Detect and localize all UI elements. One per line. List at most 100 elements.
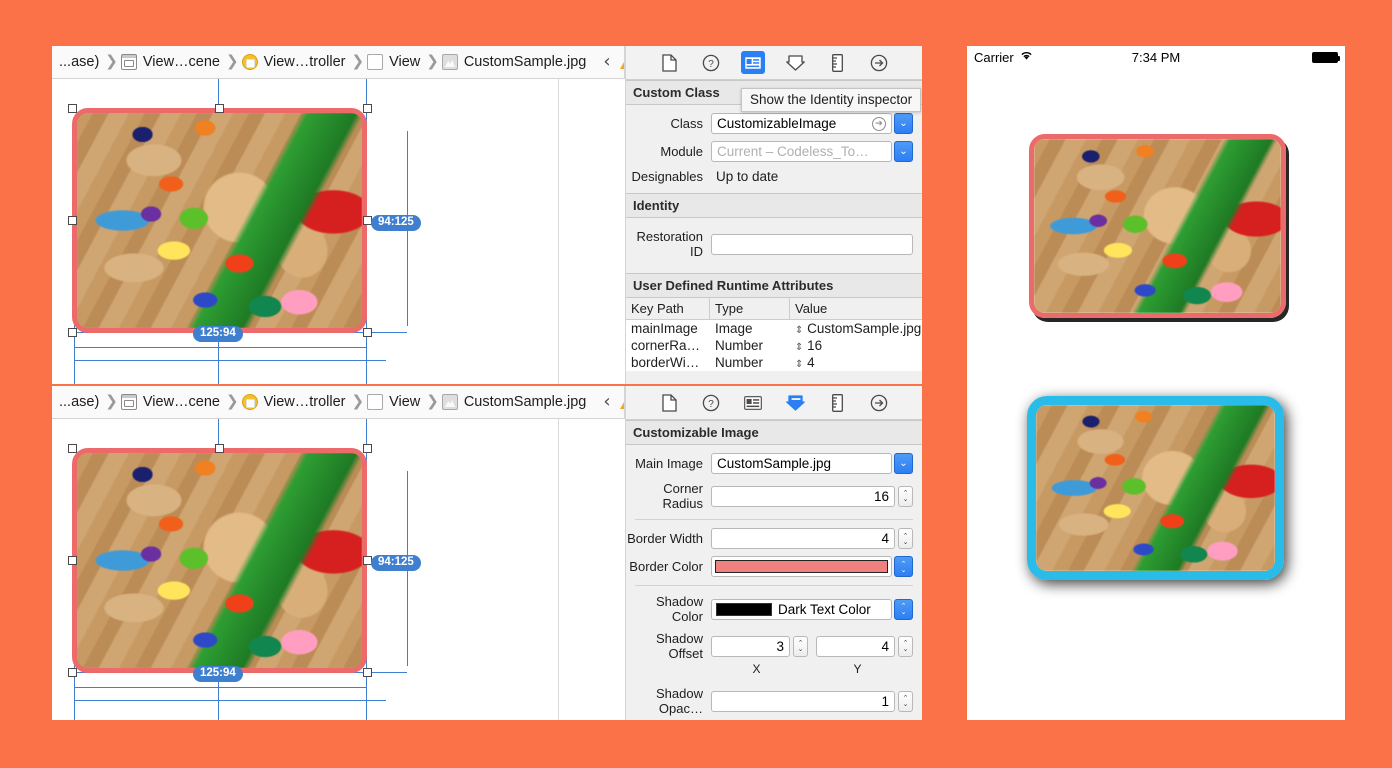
- file-inspector-icon[interactable]: [657, 391, 681, 414]
- selected-image-view[interactable]: [72, 448, 367, 673]
- border-color-swatch[interactable]: [715, 560, 888, 573]
- corner-radius-input[interactable]: 16: [711, 485, 895, 507]
- border-width-input[interactable]: 4: [711, 528, 895, 549]
- stepper-icon[interactable]: ⇕: [795, 325, 803, 336]
- pencils-photo: [77, 453, 362, 668]
- cell-type[interactable]: Image: [710, 320, 790, 337]
- column-header-value[interactable]: Value: [790, 298, 922, 319]
- storyboard-canvas-bottom[interactable]: 94:125 125:94: [52, 419, 624, 720]
- breadcrumb-view[interactable]: View: [367, 394, 423, 410]
- shadow-offset-x-stepper[interactable]: ⌃ ⌄: [793, 635, 808, 657]
- breadcrumb-image-view[interactable]: CustomSample.jpg: [441, 394, 590, 410]
- shadow-color-swatch[interactable]: [716, 602, 772, 616]
- attributes-inspector-icon[interactable]: [783, 391, 807, 414]
- resize-handle-top-center[interactable]: [215, 444, 224, 453]
- resize-handle-middle-left[interactable]: [68, 556, 77, 565]
- resize-handle-top-right[interactable]: [363, 104, 372, 113]
- breadcrumb-view-controller[interactable]: View…troller: [241, 394, 349, 410]
- jump-to-definition-icon[interactable]: ➔: [872, 116, 886, 131]
- breadcrumb-image-view[interactable]: CustomSample.jpg: [441, 54, 590, 70]
- file-inspector-icon[interactable]: [657, 51, 681, 74]
- size-badge-horizontal: 125:94: [193, 666, 243, 682]
- resize-handle-top-left[interactable]: [68, 444, 77, 453]
- border-color-stepper[interactable]: ⌃ ⌄: [894, 556, 913, 577]
- storyboard-canvas-top[interactable]: 94:125 125:94: [52, 79, 624, 384]
- size-inspector-icon[interactable]: [825, 51, 849, 74]
- connections-inspector-icon[interactable]: [867, 391, 891, 414]
- column-header-key-path[interactable]: Key Path: [626, 298, 710, 319]
- connections-inspector-icon[interactable]: [867, 51, 891, 74]
- cell-key-path[interactable]: mainImage: [626, 320, 710, 337]
- border-width-stepper[interactable]: ⌃ ⌄: [898, 528, 913, 549]
- cell-value-text: CustomSample.jpg: [807, 321, 922, 336]
- border-color-well[interactable]: [711, 556, 892, 577]
- resize-handle-middle-left[interactable]: [68, 216, 77, 225]
- shadow-offset-y-stepper[interactable]: ⌃ ⌄: [898, 635, 913, 657]
- resize-handle-top-center[interactable]: [215, 104, 224, 113]
- divider: [635, 519, 913, 520]
- inspector-toolbar-top[interactable]: ?: [626, 46, 922, 80]
- attributes-inspector-icon[interactable]: [783, 51, 807, 74]
- cell-value[interactable]: ⇕ 16: [790, 337, 922, 354]
- resize-handle-bottom-left[interactable]: [68, 328, 77, 337]
- jump-bar-top[interactable]: ...ase) ❯ View…cene ❯ View…troller ❯ Vie…: [52, 46, 652, 79]
- breadcrumb-scene[interactable]: View…cene: [120, 54, 223, 70]
- customizable-image-red-border[interactable]: [1029, 134, 1286, 318]
- resize-handle-top-left[interactable]: [68, 104, 77, 113]
- resize-handle-bottom-left[interactable]: [68, 668, 77, 677]
- shadow-offset-y-input[interactable]: 4: [816, 635, 895, 657]
- canvas-divider: [558, 79, 559, 384]
- breadcrumb-view-controller[interactable]: View…troller: [241, 54, 349, 70]
- inspector-toolbar-bottom[interactable]: ?: [626, 386, 922, 420]
- cell-type[interactable]: Number: [710, 337, 790, 354]
- module-dropdown-button[interactable]: ⌄: [894, 141, 913, 162]
- shadow-opacity-stepper[interactable]: ⌃ ⌄: [898, 690, 913, 712]
- breadcrumb-separator: ❯: [225, 392, 239, 410]
- previous-issue-button[interactable]: ‹: [603, 393, 610, 411]
- module-input[interactable]: Current – Codeless_To…: [711, 141, 892, 162]
- shadow-opacity-input[interactable]: 1: [711, 690, 895, 712]
- shadow-offset-x-input[interactable]: 3: [711, 635, 790, 657]
- table-row[interactable]: borderWi… Number ⇕ 4: [626, 354, 922, 371]
- restoration-id-input[interactable]: [711, 233, 913, 255]
- main-image-input[interactable]: CustomSample.jpg: [711, 453, 892, 474]
- designables-value: Up to date: [716, 169, 779, 184]
- cell-key-path[interactable]: cornerRa…: [626, 337, 710, 354]
- guide-horizontal-right: [352, 672, 407, 673]
- table-row[interactable]: mainImage Image ⇕ CustomSample.jpg: [626, 320, 922, 337]
- breadcrumb-project[interactable]: ...ase): [56, 394, 102, 410]
- breadcrumb-view[interactable]: View: [367, 54, 423, 70]
- runtime-attributes-body: mainImage Image ⇕ CustomSample.jpg corne…: [626, 320, 922, 371]
- resize-handle-bottom-right[interactable]: [363, 328, 372, 337]
- main-image-row: Main Image CustomSample.jpg ⌄: [626, 451, 922, 476]
- table-row[interactable]: cornerRa… Number ⇕ 16: [626, 337, 922, 354]
- selected-image-view[interactable]: [72, 108, 367, 333]
- main-image-dropdown-button[interactable]: ⌄: [894, 453, 913, 474]
- identity-inspector-icon[interactable]: [741, 51, 765, 74]
- corner-radius-stepper[interactable]: ⌃ ⌄: [898, 485, 913, 507]
- shadow-color-stepper[interactable]: ⌃ ⌄: [894, 598, 913, 620]
- class-input[interactable]: CustomizableImage ➔: [711, 113, 892, 134]
- identity-inspector-icon[interactable]: [741, 391, 765, 414]
- breadcrumb-scene[interactable]: View…cene: [120, 394, 223, 410]
- resize-handle-top-right[interactable]: [363, 444, 372, 453]
- cell-type[interactable]: Number: [710, 354, 790, 371]
- column-header-type[interactable]: Type: [710, 298, 790, 319]
- quick-help-inspector-icon[interactable]: ?: [699, 51, 723, 74]
- class-dropdown-button[interactable]: ⌄: [894, 113, 913, 134]
- customizable-image-cyan-border[interactable]: [1027, 396, 1284, 580]
- previous-issue-button[interactable]: ‹: [603, 53, 610, 71]
- resize-handle-bottom-right[interactable]: [363, 668, 372, 677]
- cell-value[interactable]: ⇕ 4: [790, 354, 922, 371]
- shadow-color-well[interactable]: Dark Text Color: [711, 598, 892, 620]
- shadow-color-row: Shadow Color Dark Text Color ⌃ ⌄: [626, 592, 922, 626]
- jump-bar-bottom[interactable]: ...ase) ❯ View…cene ❯ View…troller ❯ Vie…: [52, 386, 652, 419]
- cell-value[interactable]: ⇕ CustomSample.jpg: [790, 320, 922, 337]
- breadcrumb-project[interactable]: ...ase): [56, 54, 102, 70]
- stepper-icon[interactable]: ⇕: [795, 359, 803, 370]
- quick-help-inspector-icon[interactable]: ?: [699, 391, 723, 414]
- cell-key-path[interactable]: borderWi…: [626, 354, 710, 371]
- breadcrumb-separator: ❯: [351, 392, 365, 410]
- size-inspector-icon[interactable]: [825, 391, 849, 414]
- stepper-icon[interactable]: ⇕: [795, 342, 803, 353]
